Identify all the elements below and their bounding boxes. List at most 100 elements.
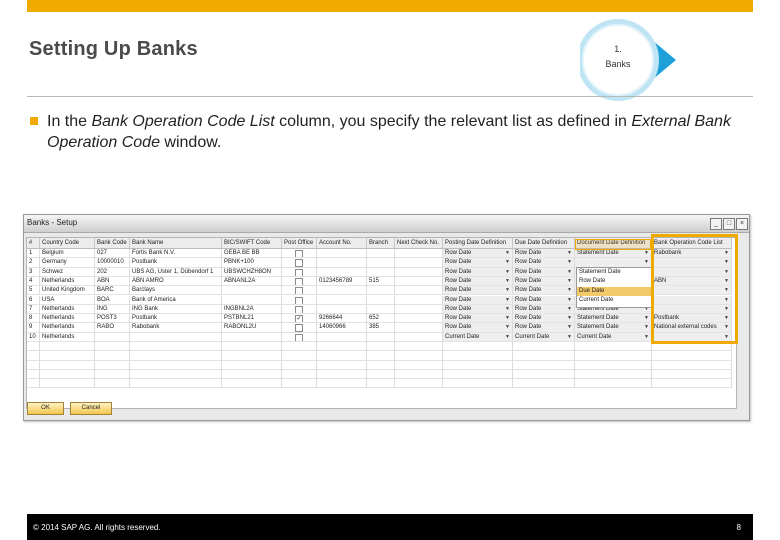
table-cell[interactable]: Netherlands <box>40 304 95 315</box>
table-cell[interactable]: RABONL2U <box>222 323 282 333</box>
table-cell[interactable]: Rabobank <box>130 323 222 333</box>
empty-cell[interactable] <box>395 369 443 380</box>
table-cell[interactable]: 10000010 <box>95 258 130 268</box>
dropdown-arrow-icon[interactable]: ▼ <box>567 305 572 313</box>
empty-cell[interactable] <box>395 342 443 352</box>
table-cell[interactable]: 4 <box>27 276 40 287</box>
empty-cell[interactable] <box>282 351 317 361</box>
table-cell[interactable]: PBNK+100 <box>222 258 282 268</box>
dropdown-arrow-icon[interactable]: ▼ <box>567 314 572 322</box>
post-office-checkbox[interactable] <box>295 250 303 258</box>
column-header[interactable]: Next Check No. <box>395 238 443 249</box>
table-cell[interactable] <box>367 332 395 342</box>
table-cell[interactable]: 202 <box>95 267 130 277</box>
cancel-button[interactable]: Cancel <box>70 402 112 415</box>
table-cell[interactable] <box>317 286 367 296</box>
table-cell[interactable]: Row Date ▼ <box>513 276 575 287</box>
table-cell[interactable] <box>222 332 282 342</box>
table-cell[interactable]: Row Date ▼ <box>513 267 575 277</box>
table-cell[interactable] <box>317 332 367 342</box>
table-cell[interactable] <box>317 304 367 315</box>
table-cell[interactable] <box>395 286 443 296</box>
column-header[interactable]: Posting Date Definition <box>443 238 513 249</box>
table-cell[interactable]: Row Date ▼ <box>513 323 575 333</box>
table-cell[interactable]: Postbank <box>130 314 222 324</box>
table-cell[interactable]: RABO <box>95 323 130 333</box>
dropdown-arrow-icon[interactable]: ▼ <box>644 314 649 322</box>
column-header[interactable]: Bank Code <box>95 238 130 249</box>
empty-cell[interactable] <box>40 369 95 380</box>
post-office-checkbox[interactable] <box>295 305 303 314</box>
dropdown-option[interactable]: Due Date <box>577 286 653 296</box>
table-cell[interactable]: 14060966 <box>317 323 367 333</box>
table-cell[interactable]: 027 <box>95 249 130 259</box>
table-cell[interactable] <box>222 295 282 305</box>
column-header[interactable]: BIC/SWIFT Code <box>222 238 282 249</box>
empty-cell[interactable] <box>317 360 367 370</box>
table-cell[interactable]: Row Date ▼ <box>513 304 575 315</box>
empty-cell[interactable] <box>222 379 282 389</box>
table-cell[interactable]: United Kingdom <box>40 286 95 296</box>
table-cell[interactable]: Statement Date ▼ <box>575 314 652 324</box>
post-office-checkbox[interactable]: ✓ <box>295 315 303 323</box>
dropdown-arrow-icon[interactable]: ▼ <box>567 296 572 304</box>
empty-cell[interactable] <box>317 379 367 389</box>
empty-cell[interactable] <box>95 342 130 352</box>
table-cell[interactable]: Schwez <box>40 267 95 277</box>
empty-cell[interactable] <box>130 379 222 389</box>
table-cell[interactable] <box>95 332 130 342</box>
column-header[interactable]: Post Office <box>282 238 317 249</box>
table-cell[interactable]: Netherlands <box>40 332 95 342</box>
empty-cell[interactable] <box>317 369 367 380</box>
empty-cell[interactable] <box>652 360 732 370</box>
dropdown-arrow-icon[interactable]: ▼ <box>567 323 572 331</box>
column-header[interactable]: Due Date Definition <box>513 238 575 249</box>
empty-cell[interactable] <box>652 351 732 361</box>
column-header[interactable]: Branch <box>367 238 395 249</box>
table-cell[interactable]: Statement Date ▼ <box>575 249 652 259</box>
table-cell[interactable]: Row Date ▼ <box>443 314 513 324</box>
maximize-icon[interactable]: □ <box>723 218 735 230</box>
empty-cell[interactable] <box>282 379 317 389</box>
empty-cell[interactable] <box>367 369 395 380</box>
table-cell[interactable]: INGBNL2A <box>222 304 282 315</box>
empty-cell[interactable] <box>513 369 575 380</box>
empty-cell[interactable] <box>27 342 40 352</box>
table-cell[interactable] <box>222 286 282 296</box>
empty-cell[interactable] <box>395 379 443 389</box>
document-date-dropdown[interactable]: Statement Date Row Date Due Date Current Da… <box>576 267 654 308</box>
empty-cell[interactable] <box>513 360 575 370</box>
table-cell[interactable] <box>395 249 443 259</box>
table-cell[interactable] <box>282 295 317 305</box>
empty-cell[interactable] <box>27 369 40 380</box>
dropdown-arrow-icon[interactable]: ▼ <box>505 333 510 341</box>
empty-cell[interactable] <box>40 351 95 361</box>
empty-cell[interactable] <box>395 351 443 361</box>
dropdown-arrow-icon[interactable]: ▼ <box>567 333 572 341</box>
empty-cell[interactable] <box>130 342 222 352</box>
column-header[interactable]: Bank Name <box>130 238 222 249</box>
empty-cell[interactable] <box>130 369 222 380</box>
dropdown-arrow-icon[interactable]: ▼ <box>505 249 510 257</box>
empty-cell[interactable] <box>95 379 130 389</box>
table-cell[interactable]: Row Date ▼ <box>443 295 513 305</box>
empty-cell[interactable] <box>513 342 575 352</box>
dropdown-arrow-icon[interactable]: ▼ <box>567 249 572 257</box>
table-cell[interactable] <box>282 249 317 259</box>
empty-cell[interactable] <box>27 360 40 370</box>
dropdown-arrow-icon[interactable]: ▼ <box>644 258 649 266</box>
dropdown-option[interactable]: Current Date <box>577 296 653 305</box>
empty-cell[interactable] <box>575 342 652 352</box>
table-cell[interactable] <box>282 323 317 333</box>
table-cell[interactable]: Germany <box>40 258 95 268</box>
empty-cell[interactable] <box>40 379 95 389</box>
dropdown-arrow-icon[interactable]: ▼ <box>505 323 510 331</box>
table-cell[interactable]: ✓ <box>282 314 317 324</box>
table-cell[interactable]: BOA <box>95 295 130 305</box>
post-office-checkbox[interactable] <box>295 296 303 304</box>
table-cell[interactable]: POST3 <box>95 314 130 324</box>
table-cell[interactable] <box>367 267 395 277</box>
empty-cell[interactable] <box>443 379 513 389</box>
table-cell[interactable]: 7 <box>27 304 40 315</box>
dropdown-arrow-icon[interactable]: ▼ <box>567 277 572 285</box>
